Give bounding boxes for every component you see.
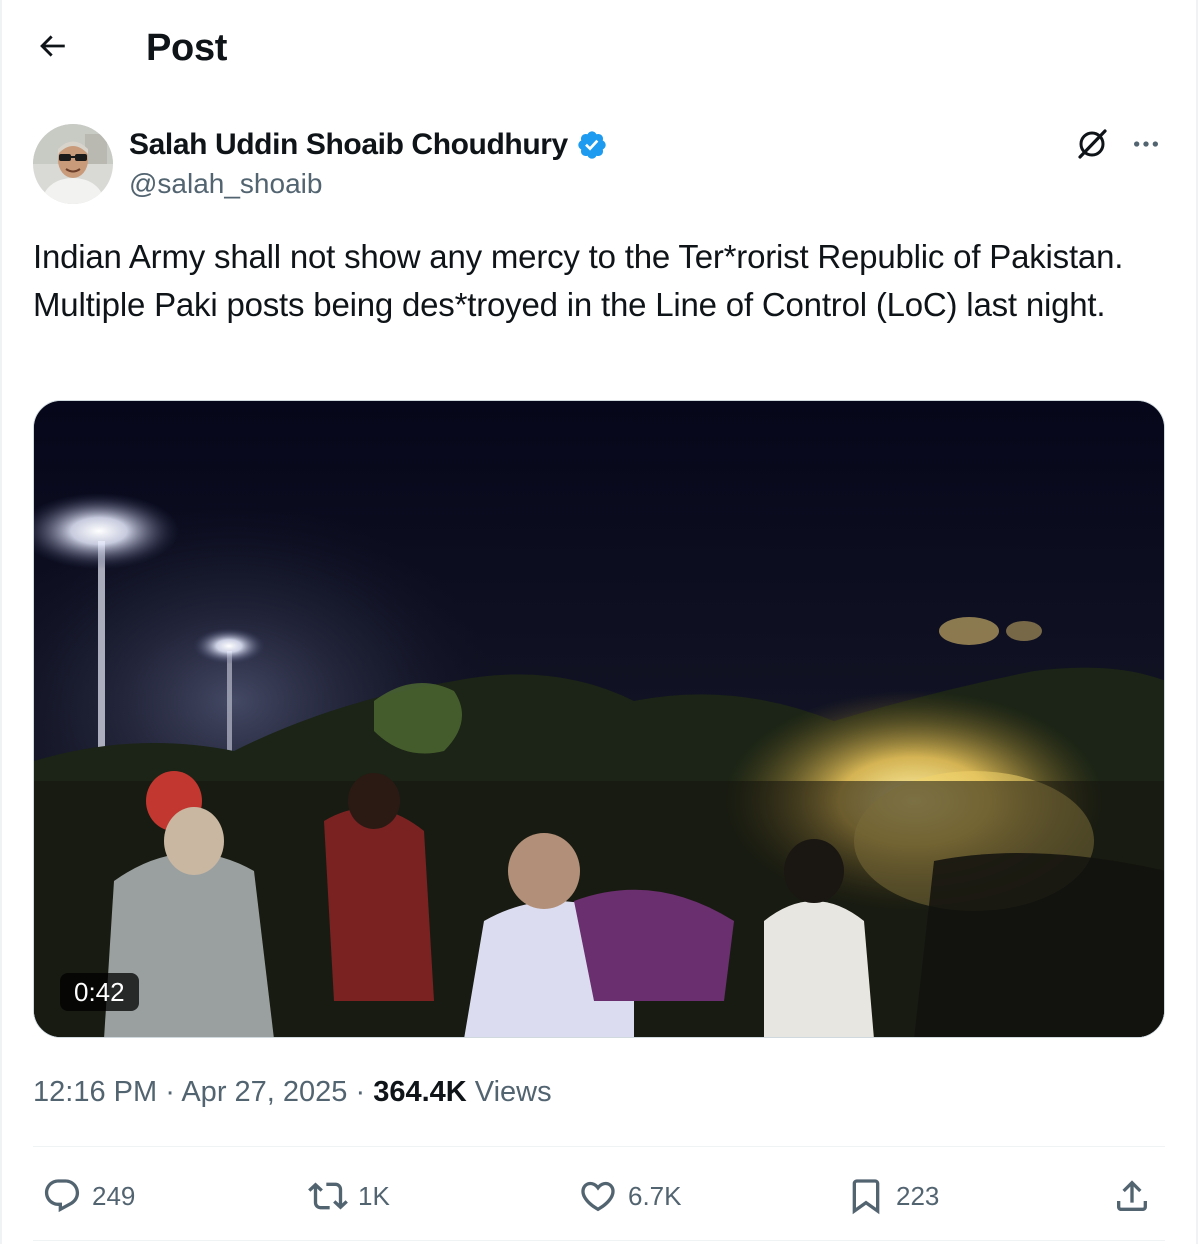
video-thumbnail xyxy=(34,401,1164,1037)
tweet-text: Indian Army shall not show any mercy to … xyxy=(33,238,1124,323)
reply-count: 249 xyxy=(92,1180,136,1211)
video-player[interactable]: 0:42 xyxy=(33,400,1165,1038)
like-button[interactable]: 6.7K xyxy=(578,1172,682,1220)
page-title: Post xyxy=(146,27,228,69)
views-label: Views xyxy=(474,1076,552,1108)
author-name-text: Salah Uddin Shoaib Choudhury xyxy=(129,128,568,161)
views-count: 364.4K xyxy=(373,1076,467,1108)
avatar[interactable] xyxy=(33,124,113,204)
bookmark-count: 223 xyxy=(896,1180,940,1211)
repost-button[interactable]: 1K xyxy=(308,1172,390,1220)
tweet-meta: 12:16 PM · Apr 27, 2025 · 364.4K Views xyxy=(33,1072,552,1112)
grok-icon xyxy=(1075,127,1109,166)
author-name[interactable]: Salah Uddin Shoaib Choudhury xyxy=(129,126,608,164)
video-duration-badge: 0:42 xyxy=(60,973,139,1011)
frame-border-left xyxy=(0,0,2,1244)
grok-button[interactable] xyxy=(1072,126,1112,166)
bookmark-button[interactable]: 223 xyxy=(846,1172,939,1220)
reply-button[interactable]: 249 xyxy=(42,1172,135,1220)
repost-icon xyxy=(308,1176,348,1216)
share-icon xyxy=(1112,1176,1152,1216)
more-options-button[interactable] xyxy=(1126,126,1166,166)
divider xyxy=(33,1146,1165,1147)
more-horizontal-icon xyxy=(1130,128,1162,165)
meta-separator: · xyxy=(355,1076,366,1108)
heart-icon xyxy=(578,1176,618,1216)
bookmark-icon xyxy=(846,1176,886,1216)
page-header: Post xyxy=(0,0,1198,96)
arrow-left-icon xyxy=(35,29,69,68)
verified-badge-icon xyxy=(576,129,608,161)
repost-count: 1K xyxy=(358,1180,390,1211)
share-button[interactable] xyxy=(1112,1172,1152,1220)
meta-separator: · xyxy=(165,1076,175,1108)
divider xyxy=(33,1240,1165,1241)
back-button[interactable] xyxy=(30,26,74,70)
like-count: 6.7K xyxy=(628,1180,682,1211)
tweet-time[interactable]: 12:16 PM xyxy=(33,1076,157,1108)
reply-icon xyxy=(42,1176,82,1216)
tweet-date[interactable]: Apr 27, 2025 xyxy=(181,1076,347,1108)
author-handle[interactable]: @salah_shoaib xyxy=(129,166,322,202)
